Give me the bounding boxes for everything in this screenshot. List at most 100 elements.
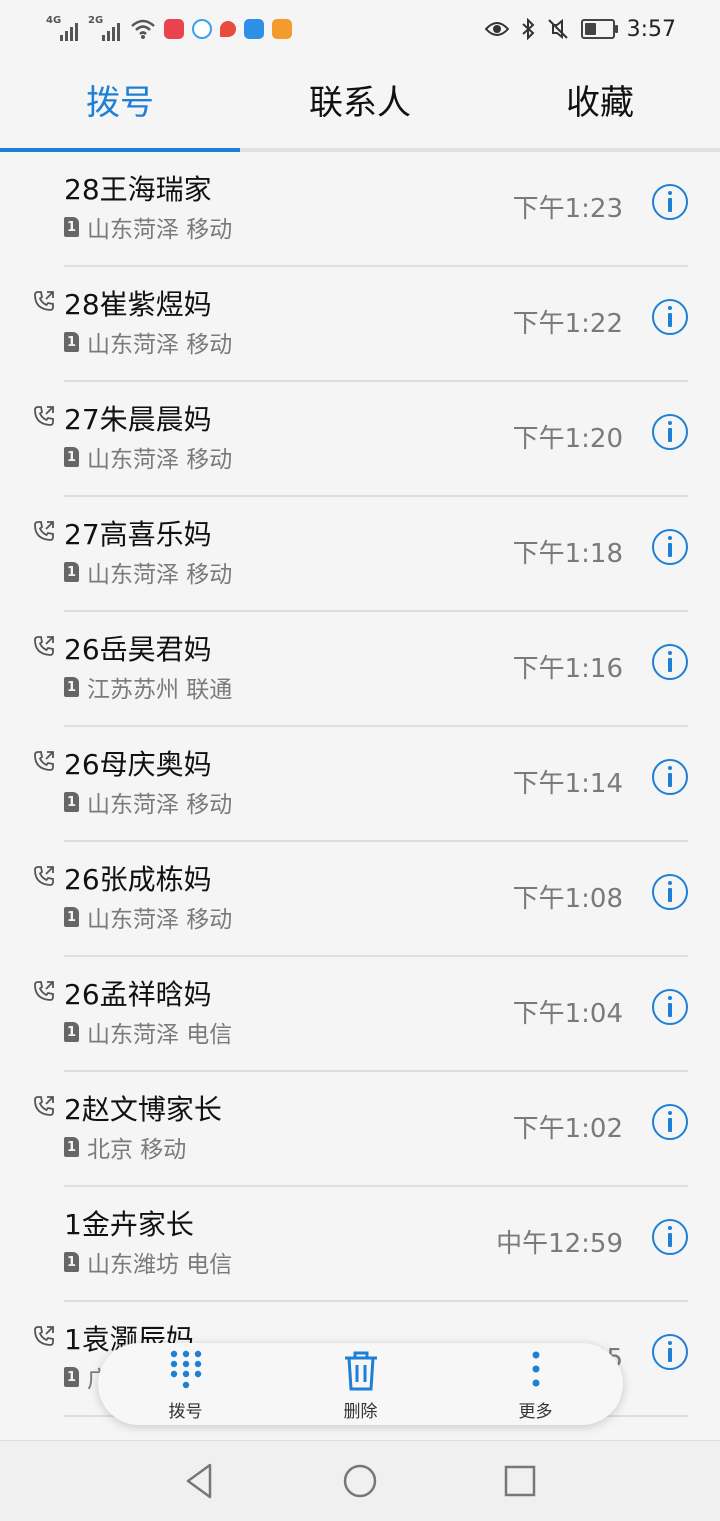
call-location: 山东菏泽 移动 (87, 907, 233, 933)
sim-card-icon: 1 (64, 677, 79, 697)
call-log-row[interactable]: 26母庆奥妈 1 山东菏泽 移动 下午1:14 (0, 727, 720, 842)
call-log-row[interactable]: 1金卉家长 1 山东潍坊 电信 中午12:59 (0, 1187, 720, 1302)
sim-card-icon: 1 (64, 1367, 79, 1387)
app-icon (164, 19, 184, 39)
contact-name: 26岳昊君妈 (64, 633, 212, 666)
app-icon (192, 19, 212, 39)
call-time: 下午1:22 (512, 309, 623, 339)
contact-name: 27高喜乐妈 (64, 518, 212, 551)
call-time: 中午12:59 (496, 1229, 623, 1259)
info-icon[interactable] (652, 644, 688, 680)
bluetooth-icon (521, 18, 535, 40)
info-icon[interactable] (652, 874, 688, 910)
signal2-label: 2G (88, 15, 104, 26)
info-icon[interactable] (652, 1334, 688, 1370)
call-time: 下午1:16 (512, 654, 623, 684)
back-icon[interactable] (180, 1461, 220, 1501)
info-icon[interactable] (652, 1219, 688, 1255)
outgoing-call-icon (34, 291, 54, 311)
bottom-toolbar: 拨号 删除 更多 (98, 1343, 623, 1425)
call-log-row[interactable]: 28崔紫煜妈 1 山东菏泽 移动 下午1:22 (0, 267, 720, 382)
uc-icon (272, 19, 292, 39)
tab-dialer[interactable]: 拨号 (0, 58, 240, 152)
call-log-row[interactable]: 26孟祥晗妈 1 山东菏泽 电信 下午1:04 (0, 957, 720, 1072)
call-details: 1 山东菏泽 移动 (64, 785, 232, 819)
outgoing-call-icon (34, 406, 54, 426)
call-location: 山东潍坊 电信 (87, 1252, 233, 1278)
more-vertical-icon (532, 1351, 539, 1387)
call-time: 下午1:02 (512, 1114, 623, 1144)
delete-button-label: 删除 (343, 1402, 378, 1422)
call-log-row[interactable]: 27朱晨晨妈 1 山东菏泽 移动 下午1:20 (0, 382, 720, 497)
more-button[interactable]: 更多 (448, 1343, 623, 1425)
signal-icon-sim1: 4G (46, 15, 80, 41)
call-log-row[interactable]: 26张成栋妈 1 山东菏泽 移动 下午1:08 (0, 842, 720, 957)
sim-card-icon: 1 (64, 217, 79, 237)
call-details: 1 山东菏泽 移动 (64, 900, 232, 934)
call-log-row[interactable]: 27高喜乐妈 1 山东菏泽 移动 下午1:18 (0, 497, 720, 612)
mute-icon (547, 18, 568, 40)
info-icon[interactable] (652, 759, 688, 795)
info-icon[interactable] (652, 414, 688, 450)
sim-card-icon: 1 (64, 447, 79, 467)
trash-icon (344, 1351, 377, 1391)
call-log-list[interactable]: 28王海瑞家 1 山东菏泽 移动 下午1:23 28崔紫煜妈 1 山东菏泽 移动 下午1:22… (0, 152, 720, 1417)
contact-name: 26母庆奥妈 (64, 748, 212, 781)
battery-fill (584, 23, 597, 35)
zhihu-icon (244, 19, 264, 39)
call-details: 1 江苏苏州 联通 (64, 670, 232, 704)
call-log-row[interactable]: 2赵文博家长 1 北京 移动 下午1:02 (0, 1072, 720, 1187)
call-details: 1 北京 移动 (64, 1130, 186, 1164)
call-details: 1 山东菏泽 移动 (64, 440, 232, 474)
info-icon[interactable] (652, 299, 688, 335)
call-time: 下午1:04 (512, 999, 623, 1029)
system-nav-bar (0, 1440, 720, 1521)
tab-bar: 拨号 联系人 收藏 (0, 58, 720, 152)
info-icon[interactable] (652, 184, 688, 220)
sim-card-icon: 1 (64, 907, 79, 927)
tab-favorites[interactable]: 收藏 (480, 58, 720, 152)
call-time: 下午1:23 (512, 194, 623, 224)
dial-button[interactable]: 拨号 (98, 1343, 273, 1425)
call-location: 山东菏泽 电信 (87, 1022, 233, 1048)
outgoing-call-icon (34, 1096, 54, 1116)
call-time: 下午1:18 (512, 539, 623, 569)
call-location: 江苏苏州 联通 (87, 677, 233, 703)
sim-card-icon: 1 (64, 332, 79, 352)
delete-button[interactable]: 删除 (273, 1343, 448, 1425)
sim-card-icon: 1 (64, 792, 79, 812)
battery-icon (580, 19, 618, 39)
more-button-label: 更多 (518, 1402, 553, 1422)
app-icon (220, 21, 236, 37)
call-log-row[interactable]: 28王海瑞家 1 山东菏泽 移动 下午1:23 (0, 152, 720, 267)
call-location: 山东菏泽 移动 (87, 562, 233, 588)
contact-name: 26张成栋妈 (64, 863, 212, 896)
outgoing-call-icon (34, 751, 54, 771)
call-details: 1 山东菏泽 移动 (64, 210, 232, 244)
status-right: 3:57 (484, 12, 676, 46)
wifi-icon (131, 19, 155, 39)
status-bar: 4G 2G 3:57 (0, 0, 720, 58)
contact-name: 27朱晨晨妈 (64, 403, 212, 436)
call-time: 下午1:08 (512, 884, 623, 914)
home-icon[interactable] (340, 1461, 380, 1501)
info-icon[interactable] (652, 529, 688, 565)
sim-card-icon: 1 (64, 1252, 79, 1272)
info-icon[interactable] (652, 1104, 688, 1140)
contact-name: 26孟祥晗妈 (64, 978, 212, 1011)
contact-name: 2赵文博家长 (64, 1093, 222, 1126)
recents-icon[interactable] (500, 1461, 540, 1501)
clock: 3:57 (626, 16, 676, 42)
info-icon[interactable] (652, 989, 688, 1025)
outgoing-call-icon (34, 636, 54, 656)
call-log-row[interactable]: 26岳昊君妈 1 江苏苏州 联通 下午1:16 (0, 612, 720, 727)
call-location: 山东菏泽 移动 (87, 217, 233, 243)
sim-card-icon: 1 (64, 562, 79, 582)
call-details: 1 山东潍坊 电信 (64, 1245, 232, 1279)
outgoing-call-icon (34, 981, 54, 1001)
call-time: 下午1:14 (512, 769, 623, 799)
tab-contacts[interactable]: 联系人 (240, 58, 480, 152)
eye-icon (484, 22, 509, 36)
signal-icon-sim2: 2G (88, 15, 122, 41)
call-location: 山东菏泽 移动 (87, 792, 233, 818)
